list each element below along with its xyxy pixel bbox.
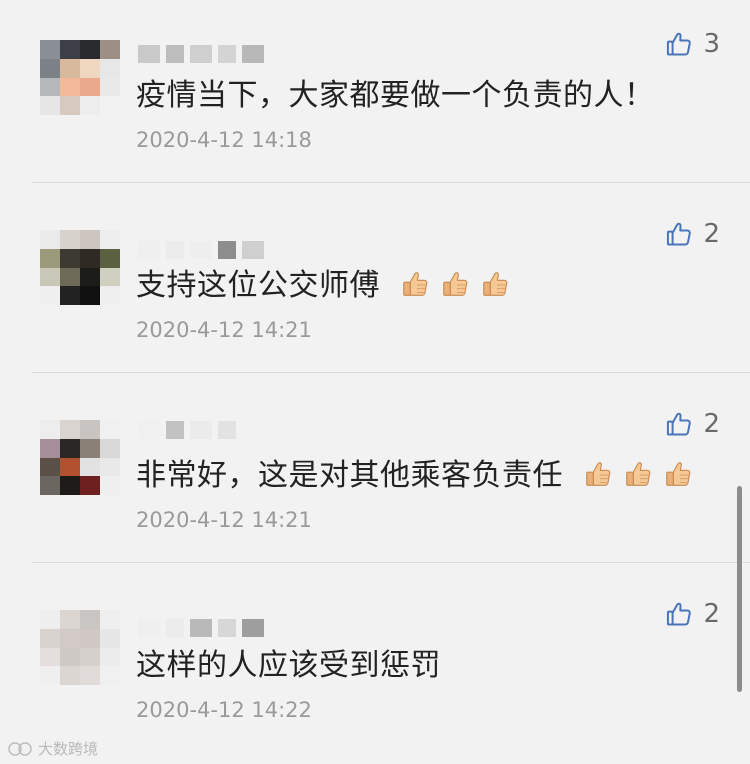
thumbs-up-emoji-icon xyxy=(483,272,508,296)
divider xyxy=(32,182,750,183)
like-button[interactable]: 3 xyxy=(665,28,720,60)
thumbs-up-emoji-icon xyxy=(403,272,428,296)
like-count: 3 xyxy=(703,29,720,59)
nickname-blurred[interactable] xyxy=(138,618,264,638)
watermark: 大数跨境 xyxy=(8,738,98,759)
comment-text: 非常好，这是对其他乘客负责任 xyxy=(136,454,693,498)
comment-item[interactable]: 这样的人应该受到惩罚 2020-4-12 14:22 2 xyxy=(0,570,750,760)
like-count: 2 xyxy=(703,409,720,439)
thumbs-up-emoji-icon xyxy=(626,462,651,486)
thumbs-up-outline-icon xyxy=(667,412,692,436)
thumbs-up-emoji-icon xyxy=(666,462,691,486)
nickname-blurred[interactable] xyxy=(138,44,264,64)
comment-timestamp: 2020-4-12 14:22 xyxy=(136,698,312,722)
like-count: 2 xyxy=(703,599,720,629)
scrollbar[interactable] xyxy=(737,486,742,692)
comment-text: 疫情当下，大家都要做一个负责的人！ xyxy=(136,74,655,118)
avatar[interactable] xyxy=(40,40,120,115)
comment-item[interactable]: 疫情当下，大家都要做一个负责的人！ 2020-4-12 14:18 3 xyxy=(0,0,750,190)
comment-text-content: 支持这位公交师傅 xyxy=(136,268,380,303)
comment-item[interactable]: 非常好，这是对其他乘客负责任 2020-4-12 14:21 2 xyxy=(0,380,750,570)
avatar[interactable] xyxy=(40,420,120,495)
like-count: 2 xyxy=(703,219,720,249)
nickname-blurred[interactable] xyxy=(138,420,236,440)
nickname-blurred[interactable] xyxy=(138,240,264,260)
like-button[interactable]: 2 xyxy=(665,218,720,250)
thumbs-up-outline-icon xyxy=(667,32,692,56)
like-button[interactable]: 2 xyxy=(665,598,720,630)
thumbs-up-emoji-icon xyxy=(443,272,468,296)
thumbs-up-outline-icon xyxy=(667,602,692,626)
divider xyxy=(32,562,750,563)
avatar[interactable] xyxy=(40,610,120,685)
avatar[interactable] xyxy=(40,230,120,305)
comment-item[interactable]: 支持这位公交师傅 2020-4-12 14:21 2 xyxy=(0,190,750,380)
comment-text: 支持这位公交师傅 xyxy=(136,264,510,308)
comment-timestamp: 2020-4-12 14:21 xyxy=(136,318,312,342)
watermark-logo-icon xyxy=(8,741,32,756)
comment-text-content: 非常好，这是对其他乘客负责任 xyxy=(136,458,563,493)
comment-timestamp: 2020-4-12 14:21 xyxy=(136,508,312,532)
thumbs-up-outline-icon xyxy=(667,222,692,246)
divider xyxy=(32,372,750,373)
comment-text-content: 疫情当下，大家都要做一个负责的人！ xyxy=(136,78,655,113)
thumbs-up-emoji-icon xyxy=(586,462,611,486)
like-button[interactable]: 2 xyxy=(665,408,720,440)
comment-text-content: 这样的人应该受到惩罚 xyxy=(136,648,441,683)
comment-text: 这样的人应该受到惩罚 xyxy=(136,644,441,688)
watermark-text: 大数跨境 xyxy=(38,740,99,758)
comment-timestamp: 2020-4-12 14:18 xyxy=(136,128,312,152)
